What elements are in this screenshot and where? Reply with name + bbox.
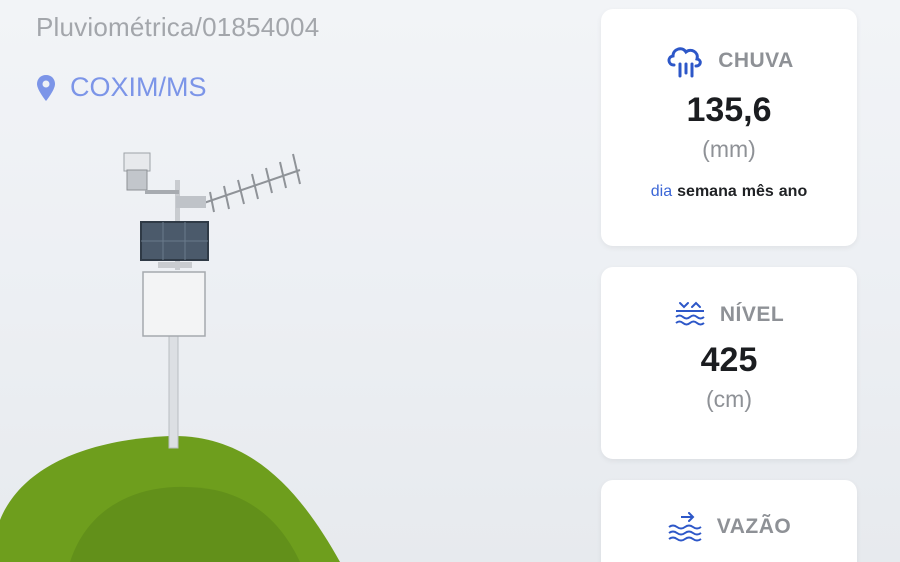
datalogger-box bbox=[142, 271, 206, 337]
level-unit: (cm) bbox=[706, 386, 752, 412]
rain-value: 135,6 bbox=[686, 91, 772, 129]
yagi-antenna bbox=[197, 153, 301, 213]
mast bbox=[168, 329, 179, 449]
period-year[interactable]: ano bbox=[779, 183, 807, 201]
rain-unit: (mm) bbox=[702, 136, 756, 162]
period-month[interactable]: mês bbox=[742, 183, 774, 201]
level-value: 425 bbox=[700, 341, 758, 379]
period-day[interactable]: dia bbox=[651, 183, 672, 201]
period-selector: dia semana mês ano bbox=[601, 183, 857, 201]
rain-title: CHUVA bbox=[718, 49, 794, 72]
rain-cloud-icon bbox=[664, 43, 704, 79]
period-week[interactable]: semana bbox=[677, 183, 737, 201]
location-name: COXIM/MS bbox=[70, 72, 207, 102]
location-pin-icon bbox=[36, 74, 56, 102]
rain-card[interactable]: CHUVA 135,6 (mm) dia semana mês ano bbox=[601, 9, 857, 246]
level-card[interactable]: NÍVEL 425 (cm) bbox=[601, 267, 857, 459]
location[interactable]: COXIM/MS bbox=[36, 72, 207, 103]
flow-title: VAZÃO bbox=[716, 515, 792, 538]
flow-card[interactable]: VAZÃO bbox=[601, 480, 857, 562]
station-code: Pluviométrica/01854004 bbox=[36, 12, 320, 42]
water-level-icon bbox=[674, 301, 706, 329]
rain-gauge bbox=[123, 152, 151, 172]
level-title: NÍVEL bbox=[719, 303, 785, 326]
water-flow-icon bbox=[667, 512, 703, 542]
